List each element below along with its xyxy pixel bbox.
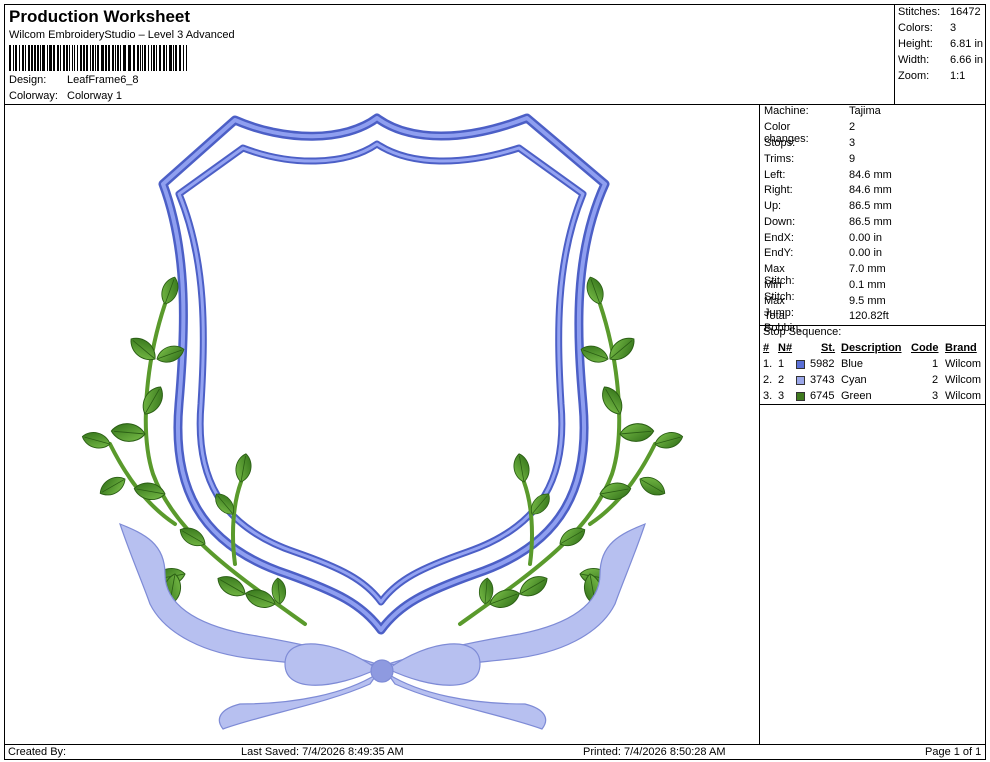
seq-n: 1 [778,358,785,370]
info-value: 9 [849,153,856,165]
stat-value: 16472 [950,6,981,18]
page-number: Page 1 of 1 [925,746,982,758]
design-label: Design: [9,74,47,86]
thread-color-swatch [796,360,805,369]
stat-label: Width: [898,54,930,66]
seq-num: 1. [763,358,773,370]
machine-info-panel: Machine: Tajima Color changes: 2 Stops: 3 T… [759,104,986,745]
stats-panel: Stitches: 16472 Colors: 3 Height: 6.81 in W… [894,4,986,105]
design-preview [4,104,760,745]
colorway-label: Colorway: [9,90,58,102]
stat-label: Colors: [898,22,933,34]
section-divider [760,404,985,405]
col-header-num: # [763,342,770,354]
embroidery-design-image [80,113,685,730]
col-header-n: N# [778,342,793,354]
seq-n: 3 [778,390,785,402]
page-title: Production Worksheet [9,7,191,26]
info-value: 84.6 mm [849,184,892,196]
info-value: Tajima [849,105,881,117]
seq-brand: Wilcom [945,390,982,402]
stat-label: Zoom: [898,70,930,82]
seq-code: 1 [932,358,939,370]
software-subtitle: Wilcom EmbroideryStudio – Level 3 Advanc… [9,29,235,41]
info-value: 120.82ft [849,310,889,322]
printed-date: Printed: 7/4/2026 8:50:28 AM [583,746,726,758]
col-header-brand: Brand [945,342,977,354]
info-value: 7.0 mm [849,263,886,275]
seq-brand: Wilcom [945,358,982,370]
info-label: EndY: [764,247,794,259]
info-value: 0.00 in [849,232,883,244]
info-label: Up: [764,200,782,212]
seq-code: 2 [932,374,939,386]
info-label: EndX: [764,232,794,244]
seq-code: 3 [932,390,939,402]
thread-color-swatch [796,392,805,401]
seq-description: Blue [841,358,864,370]
info-value: 2 [849,121,856,133]
col-header-description: Description [841,342,902,354]
footer: Created By: Last Saved: 7/4/2026 8:49:35… [4,744,986,760]
seq-description: Green [841,390,872,402]
thread-color-swatch [796,376,805,385]
col-header-st: St. [821,342,836,354]
info-value: 0.00 in [849,247,883,259]
seq-num: 3. [763,390,773,402]
stop-sequence-title: Stop Sequence: [763,326,842,338]
info-label: Down: [764,216,796,228]
worksheet-header: Production Worksheet Wilcom EmbroiderySt… [4,4,895,105]
info-value: 0.1 mm [849,279,886,291]
info-value: 84.6 mm [849,169,892,181]
created-by: Created By: [8,746,67,758]
stat-label: Stitches: [898,6,941,18]
info-label: Left: [764,169,786,181]
seq-brand: Wilcom [945,374,982,386]
stat-label: Height: [898,38,933,50]
seq-st: 6745 [810,390,835,402]
seq-st: 3743 [810,374,835,386]
barcode-icon [9,45,187,71]
info-value: 9.5 mm [849,295,886,307]
col-header-code: Code [911,342,939,354]
seq-st: 5982 [810,358,835,370]
stat-value: 6.81 in [950,38,984,50]
info-value: 3 [849,137,856,149]
stat-value: 3 [950,22,957,34]
info-label: Right: [764,184,793,196]
stat-value: 6.66 in [950,54,984,66]
info-value: 86.5 mm [849,200,892,212]
info-value: 86.5 mm [849,216,892,228]
colorway-value: Colorway 1 [67,90,123,102]
design-value: LeafFrame6_8 [67,74,139,86]
info-label: Machine: [764,105,809,117]
seq-num: 2. [763,374,773,386]
stat-value: 1:1 [950,70,966,82]
info-label: Trims: [764,153,795,165]
seq-description: Cyan [841,374,867,386]
last-saved: Last Saved: 7/4/2026 8:49:35 AM [241,746,404,758]
info-label: Stops: [764,137,796,149]
seq-n: 2 [778,374,785,386]
